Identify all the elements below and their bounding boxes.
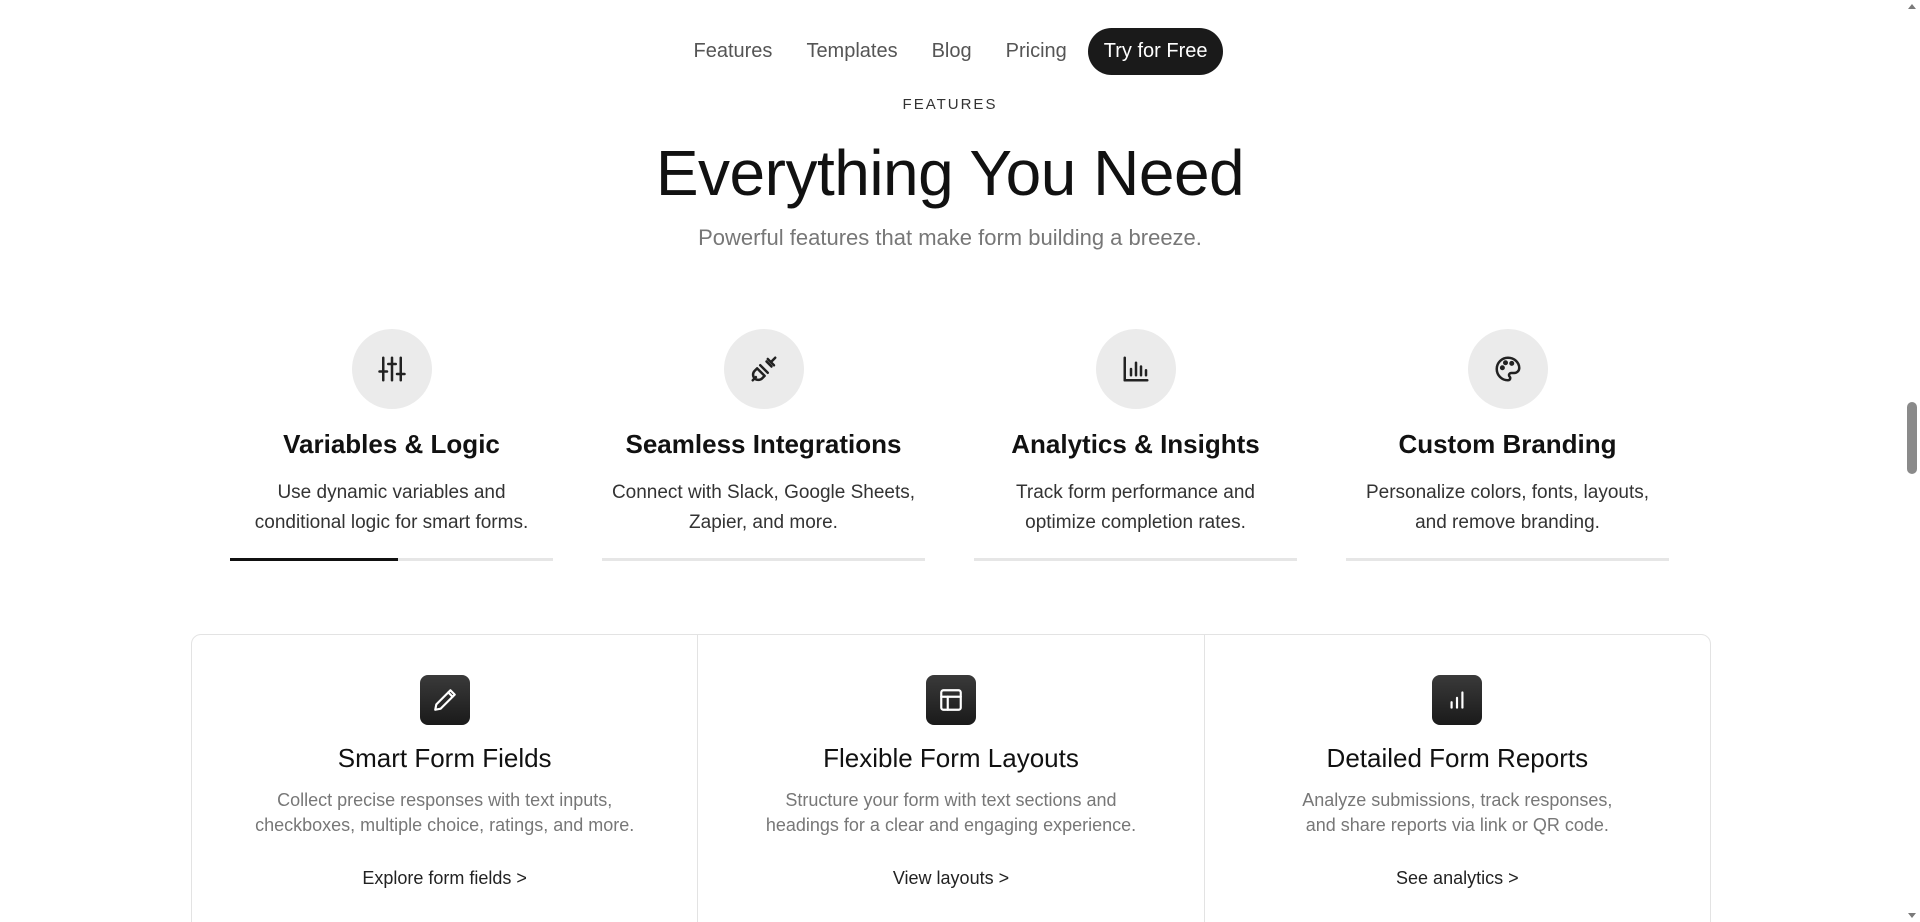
tab-title: Variables & Logic (283, 429, 500, 459)
card-description-line: checkboxes, multiple choice, ratings, an… (255, 815, 635, 835)
card-title: Detailed Form Reports (1326, 743, 1589, 773)
section-eyebrow: FEATURES (902, 96, 998, 113)
see-analytics-link[interactable]: See analytics > (1396, 868, 1519, 889)
nav-link-pricing[interactable]: Pricing (989, 40, 1084, 63)
card-description-line: and share reports via link or QR code. (1305, 815, 1609, 835)
card-description-line: headings for a clear and engaging experi… (765, 815, 1137, 835)
tab-description: Connect with Slack, Google Sheets, Zapie… (612, 478, 915, 538)
page-title: Everything You Need (655, 137, 1245, 209)
nav-link-features[interactable]: Features (677, 40, 790, 63)
scrollbar-thumb[interactable] (1907, 402, 1917, 474)
card-description: Collect precise responses with text inpu… (255, 788, 634, 838)
tab-description: Personalize colors, fonts, layouts, and … (1366, 478, 1649, 538)
sliders-icon (351, 329, 432, 409)
vertical-scrollbar[interactable] (1904, 0, 1920, 922)
tab-description-line: Use dynamic variables and (277, 482, 506, 503)
palette-icon (1467, 329, 1548, 409)
tab-title: Custom Branding (1398, 429, 1617, 459)
bar-chart-icon (1095, 329, 1176, 409)
scroll-up-arrow-icon[interactable] (1908, 4, 1916, 9)
view-layouts-link[interactable]: View layouts > (893, 868, 1009, 889)
tab-description-line: optimize completion rates. (1025, 512, 1246, 533)
card-title: Smart Form Fields (337, 743, 552, 773)
tab-progress-fill (230, 558, 398, 561)
tab-description-line: and remove branding. (1415, 512, 1600, 533)
tab-progress-bar (230, 558, 553, 561)
top-nav: Features Templates Blog Pricing Try for … (0, 28, 1900, 75)
feature-cards: Smart Form Fields Collect precise respon… (191, 634, 1711, 922)
tab-description-line: Track form performance and (1016, 482, 1255, 503)
tab-progress-bar (602, 558, 925, 561)
card-description: Structure your form with text sections a… (766, 788, 1136, 838)
card-title: Flexible Form Layouts (823, 743, 1079, 773)
tab-progress-bar (1346, 558, 1669, 561)
tab-seamless-integrations[interactable]: Seamless Integrations Connect with Slack… (602, 329, 925, 561)
scroll-down-arrow-icon[interactable] (1908, 913, 1916, 918)
card-description-line: Structure your form with text sections a… (785, 790, 1117, 810)
card-detailed-form-reports: Detailed Form Reports Analyze submission… (1205, 635, 1710, 922)
tab-description-line: Connect with Slack, Google Sheets, (611, 482, 916, 503)
tab-title: Analytics & Insights (1011, 429, 1260, 459)
tab-description-line: Zapier, and more. (689, 512, 838, 533)
card-description: Analyze submissions, track responses, an… (1302, 788, 1612, 838)
tab-variables-logic[interactable]: Variables & Logic Use dynamic variables … (230, 329, 553, 561)
explore-form-fields-link[interactable]: Explore form fields > (362, 868, 527, 889)
tab-description-line: Personalize colors, fonts, layouts, (1365, 482, 1650, 503)
plug-icon (723, 329, 804, 409)
card-smart-form-fields: Smart Form Fields Collect precise respon… (192, 635, 699, 922)
bar-chart-icon (1432, 675, 1483, 725)
feature-tabs: Variables & Logic Use dynamic variables … (230, 329, 1669, 561)
tab-custom-branding[interactable]: Custom Branding Personalize colors, font… (1346, 329, 1669, 561)
tab-description: Use dynamic variables and conditional lo… (255, 478, 529, 538)
layout-icon (925, 675, 976, 725)
card-description-line: Collect precise responses with text inpu… (277, 790, 613, 810)
try-for-free-button[interactable]: Try for Free (1087, 28, 1224, 75)
tab-description-line: conditional logic for smart forms. (254, 512, 529, 533)
nav-link-templates[interactable]: Templates (789, 40, 914, 63)
card-description-line: Analyze submissions, track responses, (1302, 790, 1613, 810)
pencil-icon (419, 675, 470, 725)
page-subtitle: Powerful features that make form buildin… (698, 225, 1202, 250)
nav-links: Features Templates Blog Pricing Try for … (677, 28, 1224, 75)
tab-analytics-insights[interactable]: Analytics & Insights Track form performa… (974, 329, 1297, 561)
card-flexible-form-layouts: Flexible Form Layouts Structure your for… (698, 635, 1205, 922)
tab-description: Track form performance and optimize comp… (1016, 478, 1255, 538)
nav-link-blog[interactable]: Blog (915, 40, 989, 63)
tab-title: Seamless Integrations (625, 429, 902, 459)
tab-progress-bar (974, 558, 1297, 561)
